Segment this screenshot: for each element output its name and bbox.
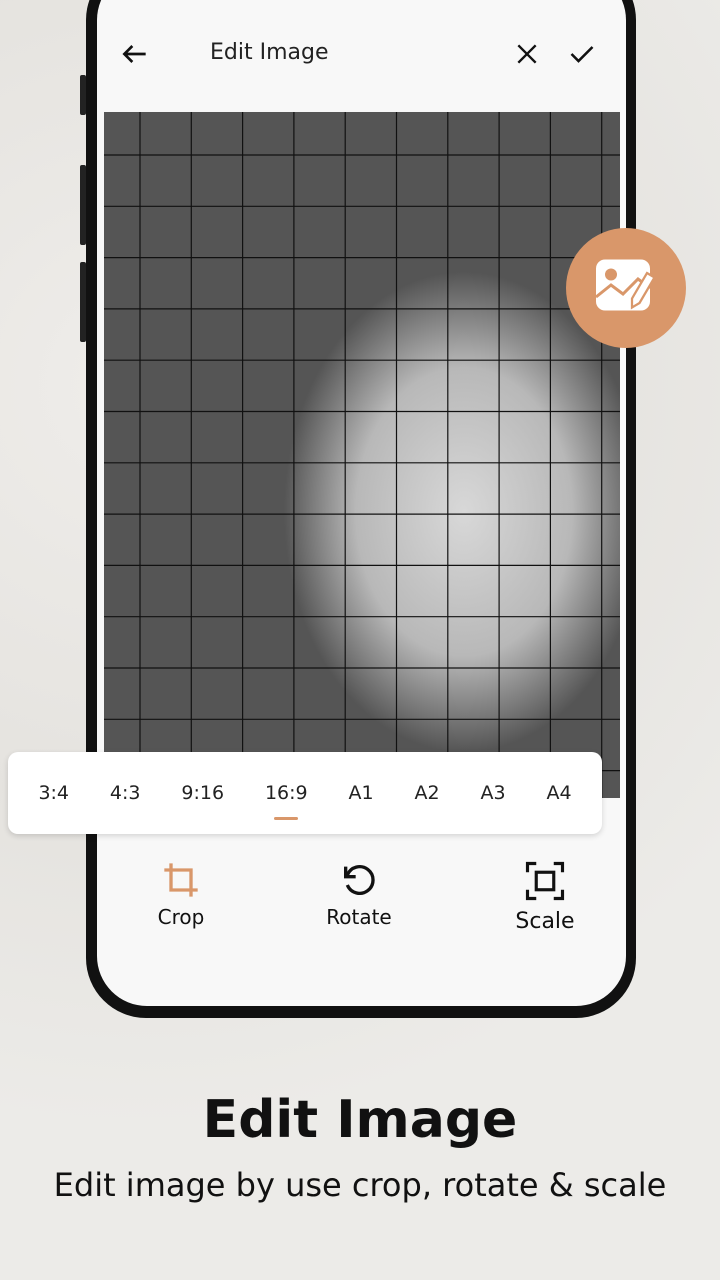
promo-title: Edit Image [202, 1090, 518, 1150]
check-icon [570, 46, 594, 63]
ratio-option[interactable]: 4:3 [106, 776, 145, 810]
ratio-option[interactable]: A1 [345, 776, 378, 810]
page-title: Edit Image [210, 40, 329, 65]
tool-label: Crop [157, 905, 205, 929]
tool-label: Rotate [326, 905, 392, 929]
tool-scale[interactable]: Scale [505, 860, 585, 934]
image-canvas[interactable] [104, 112, 620, 798]
rotate-ccw-icon [344, 865, 375, 895]
ratio-option[interactable]: A2 [410, 776, 443, 810]
scale-frame-icon [525, 861, 565, 901]
grid-overlay [104, 112, 620, 798]
tool-label: Scale [515, 909, 575, 934]
close-button[interactable] [507, 34, 547, 74]
aspect-ratio-bar: 3:4 4:3 9:16 16:9 A1 A2 A3 A4 [8, 752, 602, 834]
promo-subtitle: Edit image by use crop, rotate & scale [53, 1166, 667, 1204]
crop-icon [164, 863, 198, 897]
ratio-option[interactable]: A4 [542, 776, 575, 810]
image-edit-badge [566, 228, 686, 348]
close-icon [517, 44, 537, 64]
tool-crop[interactable]: Crop [147, 860, 215, 929]
image-edit-icon [595, 259, 657, 311]
ratio-option[interactable]: 3:4 [34, 776, 73, 810]
tool-rotate[interactable]: Rotate [319, 860, 399, 929]
arrow-left-icon [122, 45, 146, 63]
phone-screen: Edit Image Crop Rotate Scale [97, 0, 626, 1006]
back-button[interactable] [115, 34, 155, 74]
ratio-option[interactable]: 9:16 [177, 776, 228, 810]
ratio-option[interactable]: 16:9 [261, 776, 312, 820]
ratio-option[interactable]: A3 [476, 776, 509, 810]
confirm-button[interactable] [562, 34, 602, 74]
